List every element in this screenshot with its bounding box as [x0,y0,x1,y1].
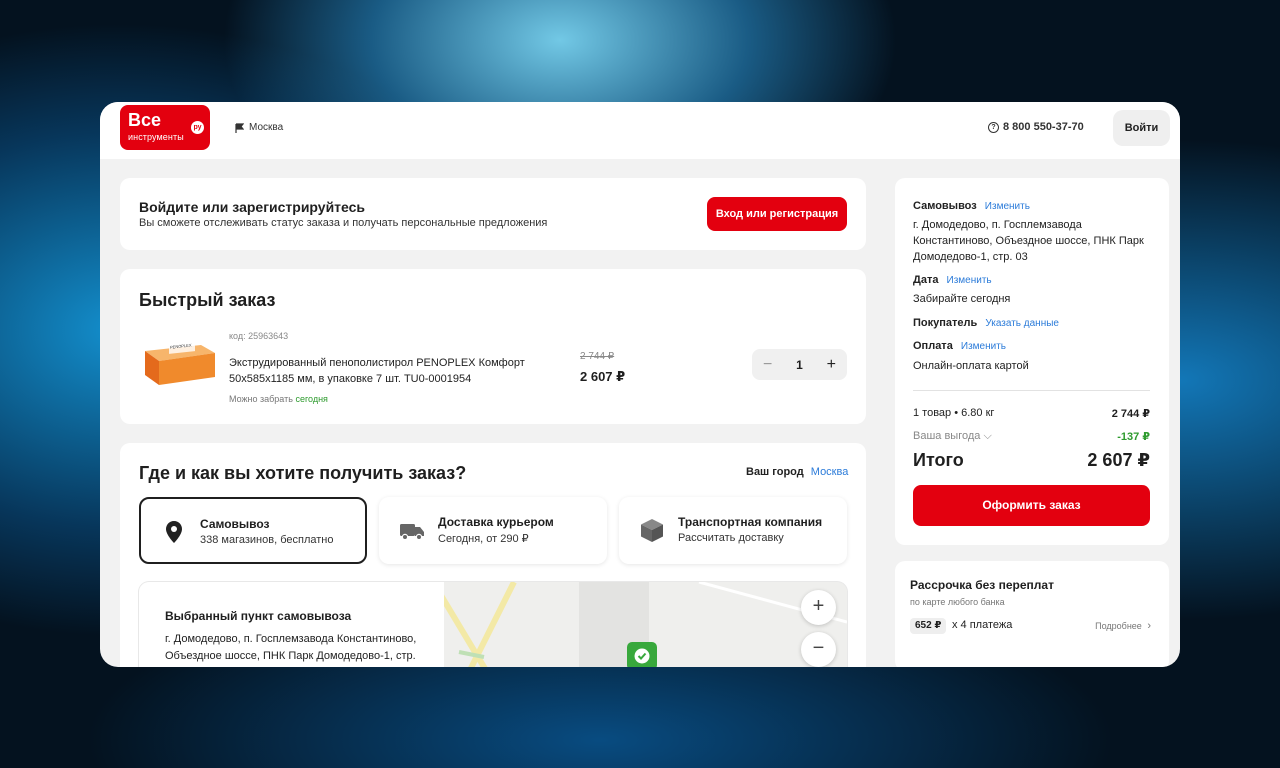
option-title: Самовывоз [200,517,270,531]
date-summary-value: Забирайте сегодня [913,293,1011,305]
delivery-option-transport[interactable]: Транспортная компания Рассчитать доставк… [619,497,847,564]
login-button[interactable]: Войти [1113,110,1170,146]
login-prompt-subtitle: Вы сможете отслеживать статус заказа и п… [139,217,548,229]
pickup-change-link[interactable]: Изменить [985,201,1030,212]
delivery-title: Где и как вы хотите получить заказ? [139,463,467,483]
increase-button[interactable]: + [827,356,836,374]
login-prompt-title: Войдите или зарегистрируйтесь [139,199,366,215]
quantity-value: 1 [796,357,803,372]
your-city-label: Ваш город [746,466,804,478]
pickup-map[interactable]: Выбранный пункт самовывоза г. Домодедово… [139,582,847,667]
product-image[interactable]: PENOPLEX [139,339,217,389]
store-marker[interactable] [627,642,657,667]
product-name[interactable]: Экструдированный пенополистирол PENOPLEX… [229,355,559,387]
payment-summary-value: Онлайн-оплата картой [913,360,1029,372]
items-price: 2 744 ₽ [1111,408,1150,420]
flag-icon [235,122,244,133]
site-header: Все инструменты ру Москва ? 8 800 550-37… [100,102,1180,159]
installment-more-link[interactable]: Подробнее › [1095,620,1151,632]
chevron-right-icon: › [1147,620,1151,632]
items-line: 1 товар • 6.80 кг 2 744 ₽ [913,407,1150,420]
option-title: Доставка курьером [438,515,554,529]
selected-pickup-address: г. Домодедово, п. Госплемзавода Констант… [165,633,417,662]
zoom-out-button[interactable]: − [801,632,836,667]
installment-title: Рассрочка без переплат [910,578,1054,592]
pickup-when: сегодня [295,394,328,404]
background-frame: Все инструменты ру Москва ? 8 800 550-37… [0,0,1280,768]
logo-line2: инструменты [128,132,184,142]
truck-icon [400,524,424,541]
payment-change-link[interactable]: Изменить [961,341,1006,352]
buyer-specify-link[interactable]: Указать данные [985,318,1059,329]
pickup-prefix: Можно забрать [229,394,293,404]
support-phone[interactable]: ? 8 800 550-37-70 [988,121,1084,133]
phone-number: 8 800 550-37-70 [1003,121,1084,133]
date-summary: Дата Изменить [913,274,992,286]
logo-badge: ру [191,121,204,134]
help-icon: ? [988,121,999,133]
option-subtitle: 338 магазинов, бесплатно [200,534,334,546]
benefit-label: Ваша выгода ⌵ [913,430,992,443]
current-price: 2 607 ₽ [580,369,626,384]
selected-pickup-title: Выбранный пункт самовывоза [165,609,352,623]
installment-card: Рассрочка без переплат по карте любого б… [895,561,1169,667]
delivery-option-courier[interactable]: Доставка курьером Сегодня, от 290 ₽ [379,497,607,564]
payment-summary-label: Оплата [913,340,953,352]
old-price: 2 744 ₽ [580,351,615,362]
quantity-stepper: − 1 + [752,349,847,380]
date-change-link[interactable]: Изменить [947,275,992,286]
product-code: код: 25963643 [229,331,289,341]
order-summary-card: Самовывоз Изменить г. Домодедово, п. Гос… [895,178,1169,545]
pickup-summary-address: г. Домодедово, п. Госплемзавода Констант… [913,219,1144,263]
installment-payments: x 4 платежа [952,619,1013,631]
delivery-card: Где и как вы хотите получить заказ? Ваш … [120,443,866,667]
pickup-availability: Можно забрать сегодня [229,394,328,404]
check-icon [634,648,650,664]
quick-order-title: Быстрый заказ [139,290,276,310]
payment-summary: Оплата Изменить [913,340,1006,352]
login-prompt-card: Войдите или зарегистрируйтесь Вы сможете… [120,178,866,250]
your-city: Ваш город Москва [746,466,848,478]
option-title: Транспортная компания [678,515,823,529]
login-register-button[interactable]: Вход или регистрация [707,197,847,231]
city-selector[interactable]: Москва [235,122,283,133]
package-icon [641,519,663,542]
buyer-summary: Покупатель Указать данные [913,317,1059,329]
total-value: 2 607 ₽ [1087,450,1150,470]
benefit-line[interactable]: Ваша выгода ⌵ -137 ₽ [913,430,1150,443]
summary-divider [913,390,1150,391]
option-subtitle: Сегодня, от 290 ₽ [438,533,529,545]
decrease-button[interactable]: − [763,356,772,374]
option-subtitle: Рассчитать доставку [678,532,784,544]
logo-line1: Все [128,110,162,130]
total-line: Итого 2 607 ₽ [913,450,1150,471]
city-name: Москва [249,122,284,133]
brand-logo[interactable]: Все инструменты ру [120,105,210,150]
pickup-summary: Самовывоз Изменить [913,200,1030,212]
benefit-label-text: Ваша выгода [913,430,981,442]
location-pin-icon [166,521,182,543]
items-label: 1 товар • 6.80 кг [913,407,995,419]
benefit-value: -137 ₽ [1117,431,1150,443]
zoom-in-button[interactable]: + [801,590,836,625]
date-summary-label: Дата [913,274,939,286]
installment-amount: 652 ₽ [910,618,947,634]
quick-order-card: Быстрый заказ PENOPLEX код: 25963643 Экс… [120,269,866,424]
browser-window: Все инструменты ру Москва ? 8 800 550-37… [100,102,1180,667]
selected-pickup-panel: Выбранный пункт самовывоза г. Домодедово… [139,582,444,667]
total-label: Итого [913,450,964,470]
buyer-summary-label: Покупатель [913,317,978,329]
your-city-link[interactable]: Москва [811,466,849,478]
pickup-summary-label: Самовывоз [913,200,977,212]
installment-subtitle: по карте любого банка [910,597,1005,607]
checkout-button[interactable]: Оформить заказ [913,485,1150,526]
more-label: Подробнее [1095,621,1142,631]
delivery-option-pickup[interactable]: Самовывоз 338 магазинов, бесплатно [139,497,367,564]
chevron-down-icon: ⌵ [983,430,992,442]
